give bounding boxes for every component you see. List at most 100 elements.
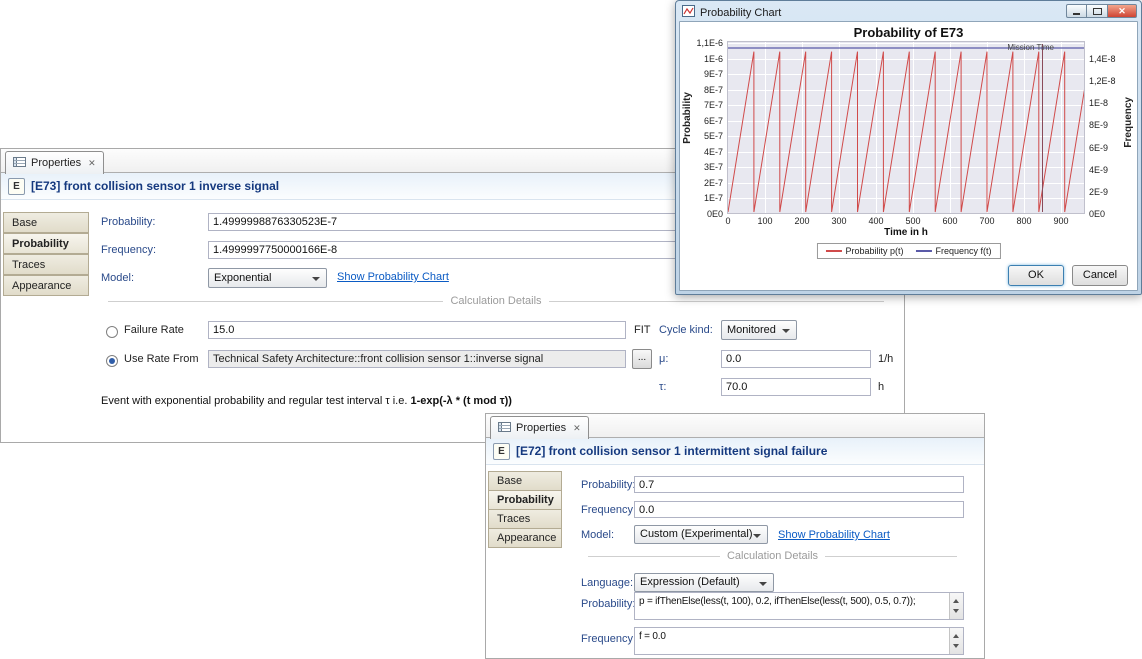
fit-unit-label: FIT bbox=[634, 324, 651, 336]
frequency-expression-input[interactable]: f = 0.0 bbox=[634, 627, 964, 655]
close-button[interactable] bbox=[1108, 4, 1137, 18]
tab-probability[interactable]: Probability bbox=[488, 490, 562, 510]
spinner-up-button[interactable] bbox=[950, 593, 963, 606]
mu-label: μ: bbox=[659, 353, 668, 365]
probability-input[interactable]: 0.7 bbox=[634, 476, 964, 493]
ok-button[interactable]: OK bbox=[1008, 265, 1064, 286]
use-rate-from-label: Use Rate From bbox=[124, 353, 199, 365]
close-view-icon[interactable] bbox=[573, 424, 581, 433]
mu-unit-label: 1/h bbox=[878, 353, 893, 365]
calculation-details-separator: Calculation Details bbox=[581, 550, 964, 562]
tab-traces[interactable]: Traces bbox=[488, 509, 562, 529]
x-axis-tick-label: 100 bbox=[750, 216, 780, 226]
x-axis-tick-label: 0 bbox=[713, 216, 743, 226]
y-axis-tick-label: 4E-9 bbox=[1089, 165, 1135, 175]
tab-traces[interactable]: Traces bbox=[3, 254, 89, 275]
show-probability-chart-link[interactable]: Show Probability Chart bbox=[778, 529, 890, 541]
dialog-titlebar[interactable]: Probability Chart bbox=[679, 4, 1138, 21]
y-axis-tick-label: 2E-9 bbox=[1089, 187, 1135, 197]
spinner-up-button[interactable] bbox=[950, 628, 963, 641]
mission-time-label: Mission Time bbox=[1007, 43, 1054, 52]
y-axis-tick-label: 7E-7 bbox=[680, 100, 723, 110]
chart-plot-area: Mission Time bbox=[727, 41, 1085, 214]
failure-rate-label: Failure Rate bbox=[124, 324, 184, 336]
tab-probability[interactable]: Probability bbox=[3, 233, 89, 254]
tab-appearance[interactable]: Appearance bbox=[488, 528, 562, 548]
tau-unit-label: h bbox=[878, 381, 884, 393]
properties-view-icon bbox=[498, 421, 511, 436]
y-axis-tick-label: 1E-8 bbox=[1089, 98, 1135, 108]
x-axis-tick-label: 500 bbox=[898, 216, 928, 226]
spinner-down-button[interactable] bbox=[950, 606, 963, 619]
window-buttons bbox=[1066, 4, 1137, 18]
failure-rate-radio[interactable] bbox=[106, 326, 118, 338]
calculation-details-separator: Calculation Details bbox=[101, 295, 891, 307]
close-view-icon[interactable] bbox=[88, 159, 96, 168]
tau-label: τ: bbox=[659, 381, 666, 393]
failure-rate-input[interactable]: 15.0 bbox=[208, 321, 626, 339]
properties-view-tab[interactable]: Properties bbox=[490, 416, 589, 439]
y-axis-tick-label: 8E-9 bbox=[1089, 120, 1135, 130]
frequency-label: Frequency: bbox=[581, 504, 636, 516]
model-note: Event with exponential probability and r… bbox=[101, 395, 512, 407]
tab-appearance[interactable]: Appearance bbox=[3, 275, 89, 296]
y-axis-tick-label: 1E-7 bbox=[680, 193, 723, 203]
spinner-down-button[interactable] bbox=[950, 641, 963, 654]
x-axis-tick-label: 900 bbox=[1046, 216, 1076, 226]
tau-input[interactable]: 70.0 bbox=[721, 378, 871, 396]
cycle-kind-combo[interactable]: Monitored bbox=[721, 320, 797, 340]
probability-expression-input[interactable]: p = ifThenElse(less(t, 100), 0.2, ifThen… bbox=[634, 592, 964, 620]
x-axis-tick-label: 200 bbox=[787, 216, 817, 226]
language-combo[interactable]: Expression (Default) bbox=[634, 573, 774, 592]
frequency-label: Frequency: bbox=[101, 244, 156, 256]
use-rate-from-radio[interactable] bbox=[106, 355, 118, 367]
show-probability-chart-link[interactable]: Show Probability Chart bbox=[337, 271, 449, 283]
properties-view-icon bbox=[13, 156, 26, 171]
x-axis-tick-label: 800 bbox=[1009, 216, 1039, 226]
probability-label: Probability: bbox=[101, 216, 155, 228]
probability-chart-dialog: Probability Chart Probability of E73 Pro… bbox=[675, 0, 1142, 295]
probability-series-swatch bbox=[825, 250, 841, 252]
tab-base[interactable]: Base bbox=[488, 471, 562, 491]
frequency-expression-label: Frequency: bbox=[581, 633, 636, 645]
use-rate-from-input[interactable]: Technical Safety Architecture::front col… bbox=[208, 350, 626, 368]
y-axis-tick-label: 1,2E-8 bbox=[1089, 76, 1135, 86]
model-label: Model: bbox=[581, 529, 614, 541]
cancel-button[interactable]: Cancel bbox=[1072, 265, 1128, 286]
x-axis-tick-label: 600 bbox=[935, 216, 965, 226]
y-axis-tick-label: 9E-7 bbox=[680, 69, 723, 79]
element-title: [E73] front collision sensor 1 inverse s… bbox=[31, 179, 279, 193]
x-axis-title: Time in h bbox=[727, 227, 1085, 238]
properties-view-tab[interactable]: Properties bbox=[5, 151, 104, 174]
y-axis-tick-label: 4E-7 bbox=[680, 147, 723, 157]
view-tabstrip: Properties bbox=[486, 414, 984, 438]
spinner bbox=[949, 593, 963, 619]
chart-series-canvas bbox=[728, 42, 1084, 213]
probability-label: Probability: bbox=[581, 479, 635, 491]
mu-input[interactable]: 0.0 bbox=[721, 350, 871, 368]
browse-button[interactable]: ... bbox=[632, 349, 652, 369]
x-axis-tick-label: 700 bbox=[972, 216, 1002, 226]
model-combo[interactable]: Custom (Experimental) bbox=[634, 525, 768, 544]
y-axis-tick-label: 3E-7 bbox=[680, 162, 723, 172]
spinner bbox=[949, 628, 963, 654]
chart-title: Probability of E73 bbox=[680, 25, 1137, 40]
y-axis-tick-label: 8E-7 bbox=[680, 85, 723, 95]
y-axis-tick-label: 1,4E-8 bbox=[1089, 54, 1135, 64]
frequency-input[interactable]: 0.0 bbox=[634, 501, 964, 518]
element-header: E [E72] front collision sensor 1 intermi… bbox=[486, 438, 984, 465]
model-combo[interactable]: Exponential bbox=[208, 268, 327, 288]
legend-item-frequency: Frequency f(t) bbox=[916, 246, 992, 256]
tab-base[interactable]: Base bbox=[3, 212, 89, 233]
language-label: Language: bbox=[581, 577, 633, 589]
properties-body: Base Probability Traces Appearance Proba… bbox=[486, 465, 984, 658]
y-axis-tick-label: 1E-6 bbox=[680, 54, 723, 64]
y-axis-tick-label: 6E-9 bbox=[1089, 143, 1135, 153]
minimize-button[interactable] bbox=[1066, 4, 1087, 18]
y-axis-tick-label: 5E-7 bbox=[680, 131, 723, 141]
section-title: Calculation Details bbox=[450, 295, 541, 307]
view-tab-label: Properties bbox=[516, 422, 566, 434]
cycle-kind-label: Cycle kind: bbox=[659, 324, 713, 336]
chart-legend: Probability p(t) Frequency f(t) bbox=[816, 243, 1000, 259]
maximize-button[interactable] bbox=[1087, 4, 1108, 18]
